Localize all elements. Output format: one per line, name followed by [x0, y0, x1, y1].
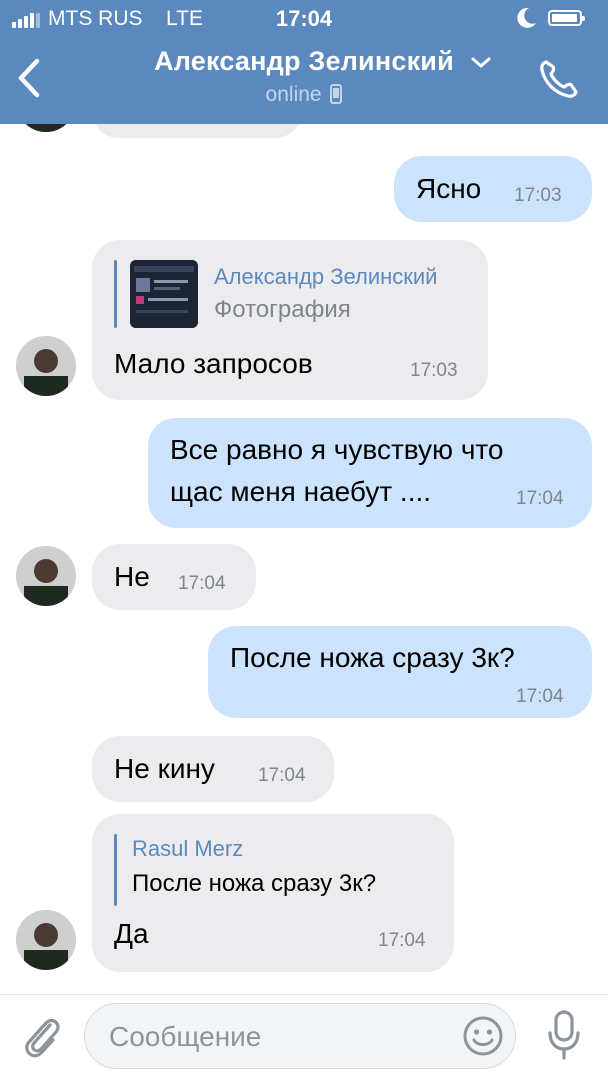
message-text: После ножа сразу 3к? — [230, 642, 515, 673]
message-bubble-outgoing[interactable]: Все равно я чувствую что щас меня наебут… — [148, 418, 592, 528]
reply-bar — [114, 260, 117, 328]
attach-icon[interactable] — [18, 1011, 64, 1061]
phone-icon[interactable] — [536, 56, 582, 102]
message-text: Не кину — [114, 753, 215, 784]
message-input[interactable] — [107, 1016, 451, 1058]
message-bubble-incoming[interactable]: Не кину 17:04 — [92, 736, 334, 802]
battery-icon — [548, 10, 585, 26]
mobile-device-icon — [330, 84, 343, 104]
composer-bar — [0, 994, 608, 1081]
message-time: 17:04 — [258, 765, 306, 786]
message-bubble-outgoing[interactable]: Ясно 17:03 — [394, 156, 592, 222]
message-time: 17:04 — [178, 573, 226, 594]
reply-bar — [114, 834, 117, 906]
message-bubble-outgoing[interactable]: После ножа сразу 3к? 17:04 — [208, 626, 592, 718]
status-bar: MTS RUS LTE 17:04 — [0, 0, 608, 40]
message-input-field[interactable] — [84, 1003, 516, 1069]
message-bubble-incoming[interactable]: Не 17:04 — [92, 544, 256, 610]
emoji-icon[interactable] — [461, 1014, 505, 1058]
message-list[interactable]: Ясно 17:03 Александр Зелинский Фотографи… — [0, 124, 608, 994]
reply-author: Rasul Merz — [132, 836, 244, 861]
online-label: online — [265, 83, 322, 106]
avatar[interactable] — [16, 336, 76, 396]
contact-name[interactable]: Александр Зелинский — [0, 46, 608, 77]
online-status: online — [0, 83, 608, 107]
microphone-icon[interactable] — [544, 1009, 584, 1061]
partial-message-bubble — [92, 124, 302, 138]
message-text: Мало запросов — [114, 348, 313, 379]
avatar[interactable] — [16, 546, 76, 606]
message-time: 17:03 — [514, 185, 562, 206]
conversation-header: MTS RUS LTE 17:04 Александр Зелинский on… — [0, 0, 608, 124]
avatar[interactable] — [16, 910, 76, 970]
message-time: 17:04 — [516, 488, 564, 509]
reply-attachment-label: Фотография — [214, 296, 351, 323]
message-text: Ясно — [416, 173, 482, 204]
photo-thumbnail[interactable] — [130, 260, 198, 328]
message-text-line: щас меня наебут .... — [170, 476, 432, 507]
moon-icon — [517, 7, 536, 28]
reply-quote-text: После ножа сразу 3к? — [132, 870, 377, 897]
avatar — [16, 124, 76, 132]
message-bubble-incoming[interactable]: Rasul Merz После ножа сразу 3к? Да 17:04 — [92, 814, 454, 972]
message-text-line: Все равно я чувствую что — [170, 434, 504, 465]
message-time: 17:04 — [378, 930, 426, 951]
message-time: 17:03 — [410, 360, 458, 381]
reply-author: Александр Зелинский — [214, 264, 438, 289]
message-text: Да — [114, 918, 149, 949]
chevron-down-icon[interactable] — [470, 56, 492, 70]
message-time: 17:04 — [516, 686, 564, 707]
message-bubble-incoming[interactable]: Александр Зелинский Фотография Мало запр… — [92, 240, 488, 400]
message-text: Не — [114, 561, 150, 592]
